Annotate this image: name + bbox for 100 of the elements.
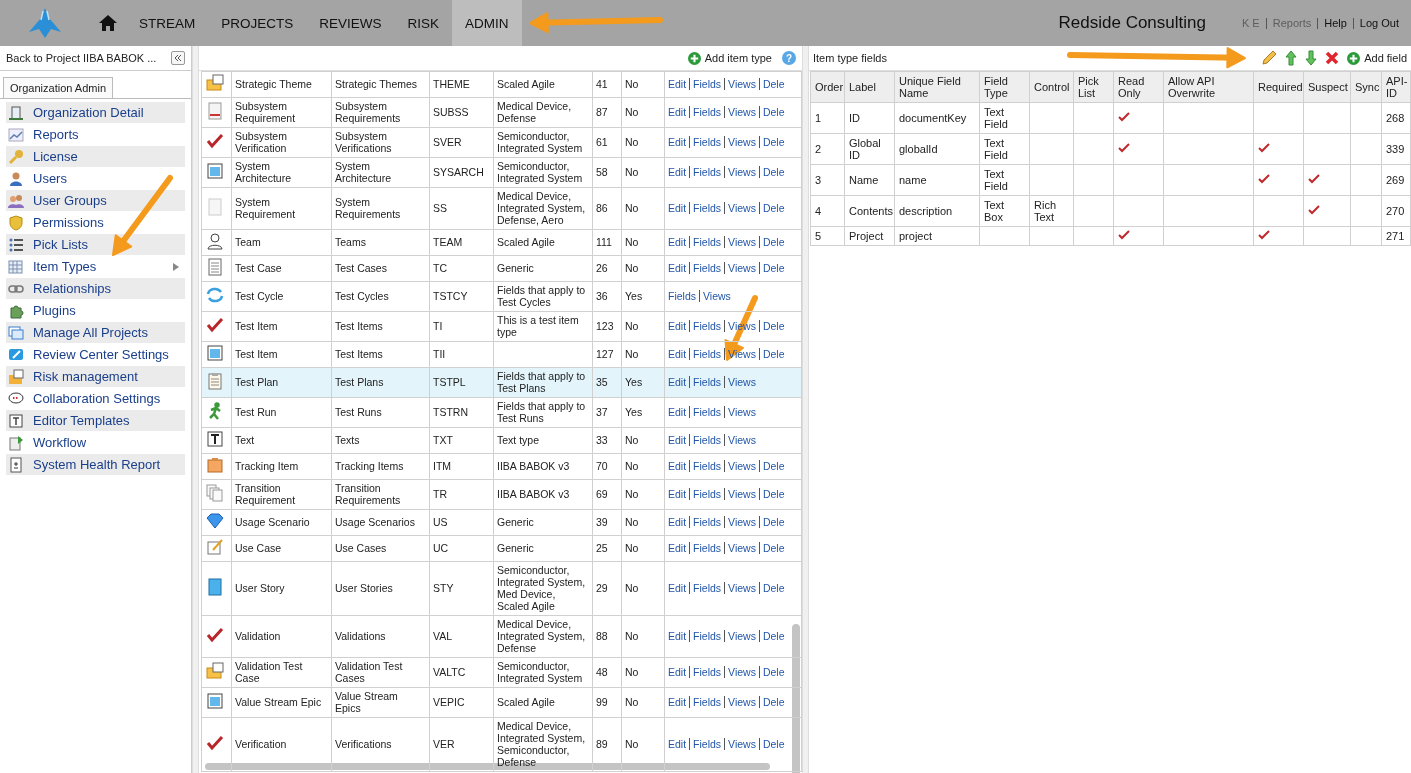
action-link[interactable]: Views xyxy=(724,630,759,642)
action-link[interactable]: Dele xyxy=(758,460,788,472)
action-link[interactable]: Fields xyxy=(689,78,725,90)
action-link[interactable]: Fields xyxy=(689,376,725,388)
action-link[interactable]: Edit xyxy=(665,630,690,642)
item-type-row[interactable]: Tracking Item Tracking Items ITM IIBA BABOK v3 70 No Edit Fields Views Dele xyxy=(201,453,802,480)
action-link[interactable]: Fields xyxy=(689,696,725,708)
item-type-row[interactable]: Test Plan Test Plans TSTPL Fields that apply to Test Plans 35 Yes Edit Fields Views xyxy=(201,367,802,398)
nav-tab[interactable]: RISK xyxy=(394,0,453,46)
action-link[interactable]: Edit xyxy=(665,666,690,678)
pencil-icon[interactable] xyxy=(1261,50,1278,66)
action-link[interactable]: Views xyxy=(724,516,759,528)
scrollbar-thumb[interactable] xyxy=(792,624,800,773)
action-link[interactable]: Dele xyxy=(758,630,788,642)
action-link[interactable]: Views xyxy=(724,406,759,418)
sidebar-item[interactable]: Editor Templates xyxy=(6,410,185,432)
action-link[interactable]: Edit xyxy=(665,516,690,528)
item-type-row[interactable]: Team Teams TEAM Scaled Agile 111 No Edit Fields Views Dele xyxy=(201,229,802,256)
action-link[interactable]: Edit xyxy=(665,376,690,388)
item-type-row[interactable]: Subsystem Verification Subsystem Verifications SVER Semiconductor, Integrated System 61 No Edit Fields Views Dele xyxy=(201,127,802,158)
sidebar-item[interactable]: User Groups xyxy=(6,190,185,212)
action-link[interactable]: Dele xyxy=(758,106,788,118)
action-link[interactable]: Fields xyxy=(689,348,725,360)
action-link[interactable]: Edit xyxy=(665,582,690,594)
action-link[interactable]: Dele xyxy=(758,696,788,708)
action-link[interactable]: Edit xyxy=(665,202,690,214)
action-link[interactable]: Edit xyxy=(665,348,690,360)
action-link[interactable]: Fields xyxy=(689,262,725,274)
field-row[interactable]: 5 Project project 271 xyxy=(810,226,1411,246)
action-link[interactable]: Dele xyxy=(758,666,788,678)
sidebar-item[interactable]: Risk management xyxy=(6,366,185,388)
action-link[interactable]: Views xyxy=(699,290,734,302)
action-link[interactable]: Fields xyxy=(689,582,725,594)
action-link[interactable]: Views xyxy=(724,582,759,594)
action-link[interactable]: Dele xyxy=(758,738,788,750)
action-link[interactable]: Dele xyxy=(758,348,788,360)
action-link[interactable]: Fields xyxy=(689,516,725,528)
action-link[interactable]: Views xyxy=(724,376,759,388)
action-link[interactable]: Edit xyxy=(665,406,690,418)
collapse-button[interactable] xyxy=(171,51,185,65)
action-link[interactable]: Fields xyxy=(689,136,725,148)
action-link[interactable]: Dele xyxy=(758,320,788,332)
action-link[interactable]: Edit xyxy=(665,166,690,178)
action-link[interactable]: Dele xyxy=(758,262,788,274)
action-link[interactable]: Edit xyxy=(665,696,690,708)
sidebar-item[interactable]: Manage All Projects xyxy=(6,322,185,344)
item-type-row[interactable]: Usage Scenario Usage Scenarios US Generic 39 No Edit Fields Views Dele xyxy=(201,509,802,536)
action-link[interactable]: Dele xyxy=(758,78,788,90)
action-link[interactable]: Views xyxy=(724,136,759,148)
item-type-row[interactable]: User Story User Stories STY Semiconductor, Integrated System, Med Device, Scaled Agile 29 No Edit Fields Views Dele xyxy=(201,561,802,616)
home-icon[interactable] xyxy=(98,14,118,32)
action-link[interactable]: Fields xyxy=(689,166,725,178)
action-link[interactable]: Edit xyxy=(665,320,690,332)
action-link[interactable]: Edit xyxy=(665,262,690,274)
sidebar-item[interactable]: Organization Detail xyxy=(6,102,185,124)
action-link[interactable]: Edit xyxy=(665,78,690,90)
action-link[interactable]: Fields xyxy=(689,630,725,642)
action-link[interactable]: Edit xyxy=(665,542,690,554)
nav-tab[interactable]: PROJECTS xyxy=(208,0,307,46)
item-type-row[interactable]: Strategic Theme Strategic Themes THEME Scaled Agile 41 No Edit Fields Views Dele xyxy=(201,71,802,98)
action-link[interactable]: Fields xyxy=(689,202,725,214)
action-link[interactable]: Dele xyxy=(758,202,788,214)
action-link[interactable]: Views xyxy=(724,202,759,214)
action-link[interactable]: Views xyxy=(724,696,759,708)
action-link[interactable]: Dele xyxy=(758,542,788,554)
action-link[interactable]: Views xyxy=(724,166,759,178)
action-link[interactable]: Fields xyxy=(689,666,725,678)
item-type-row[interactable]: Use Case Use Cases UC Generic 25 No Edit Fields Views Dele xyxy=(201,535,802,562)
action-link[interactable]: Fields xyxy=(689,738,725,750)
back-link[interactable]: Back to Project IIBA BABOK ... xyxy=(6,52,157,64)
action-link[interactable]: Views xyxy=(724,488,759,500)
sidebar-item[interactable]: License xyxy=(6,146,185,168)
item-type-row[interactable]: Subsystem Requirement Subsystem Requirements SUBSS Medical Device, Defense 87 No Edit Fields Views Dele xyxy=(201,97,802,128)
action-link[interactable]: Dele xyxy=(758,488,788,500)
nav-tab[interactable]: STREAM xyxy=(126,0,209,46)
action-link[interactable]: Edit xyxy=(665,236,690,248)
action-link[interactable]: Views xyxy=(724,78,759,90)
action-link[interactable]: Views xyxy=(724,434,759,446)
nav-tab[interactable]: REVIEWS xyxy=(306,0,395,46)
down-arrow-icon[interactable] xyxy=(1305,50,1318,66)
field-row[interactable]: 1 ID documentKey Text Field 268 xyxy=(810,102,1411,134)
action-link[interactable]: Fields xyxy=(689,236,725,248)
action-link[interactable]: Dele xyxy=(758,166,788,178)
add-field-button[interactable]: Add field xyxy=(1347,51,1407,65)
field-row[interactable]: 3 Name name Text Field 269 xyxy=(810,164,1411,196)
action-link[interactable]: Edit xyxy=(665,136,690,148)
up-arrow-icon[interactable] xyxy=(1285,50,1298,66)
delete-icon[interactable] xyxy=(1325,51,1340,65)
item-type-row[interactable]: Test Case Test Cases TC Generic 26 No Edit Fields Views Dele xyxy=(201,255,802,282)
action-link[interactable]: Fields xyxy=(689,406,725,418)
sidebar-item[interactable]: System Health Report xyxy=(6,454,185,476)
item-type-row[interactable]: System Architecture System Architecture SYSARCH Semiconductor, Integrated System 58 No Edit Fields Views Dele xyxy=(201,157,802,188)
action-link[interactable]: Views xyxy=(724,738,759,750)
nav-tab[interactable]: ADMIN xyxy=(452,0,522,46)
field-row[interactable]: 2 Global ID globalId Text Field 339 xyxy=(810,133,1411,165)
action-link[interactable]: Views xyxy=(724,236,759,248)
action-link[interactable]: Views xyxy=(724,262,759,274)
item-type-row[interactable]: Test Cycle Test Cycles TSTCY Fields that apply to Test Cycles 36 Yes Fields Views xyxy=(201,281,802,312)
field-row[interactable]: 4 Contents description Text Box Rich Text 270 xyxy=(810,195,1411,227)
action-link[interactable]: Dele xyxy=(758,582,788,594)
